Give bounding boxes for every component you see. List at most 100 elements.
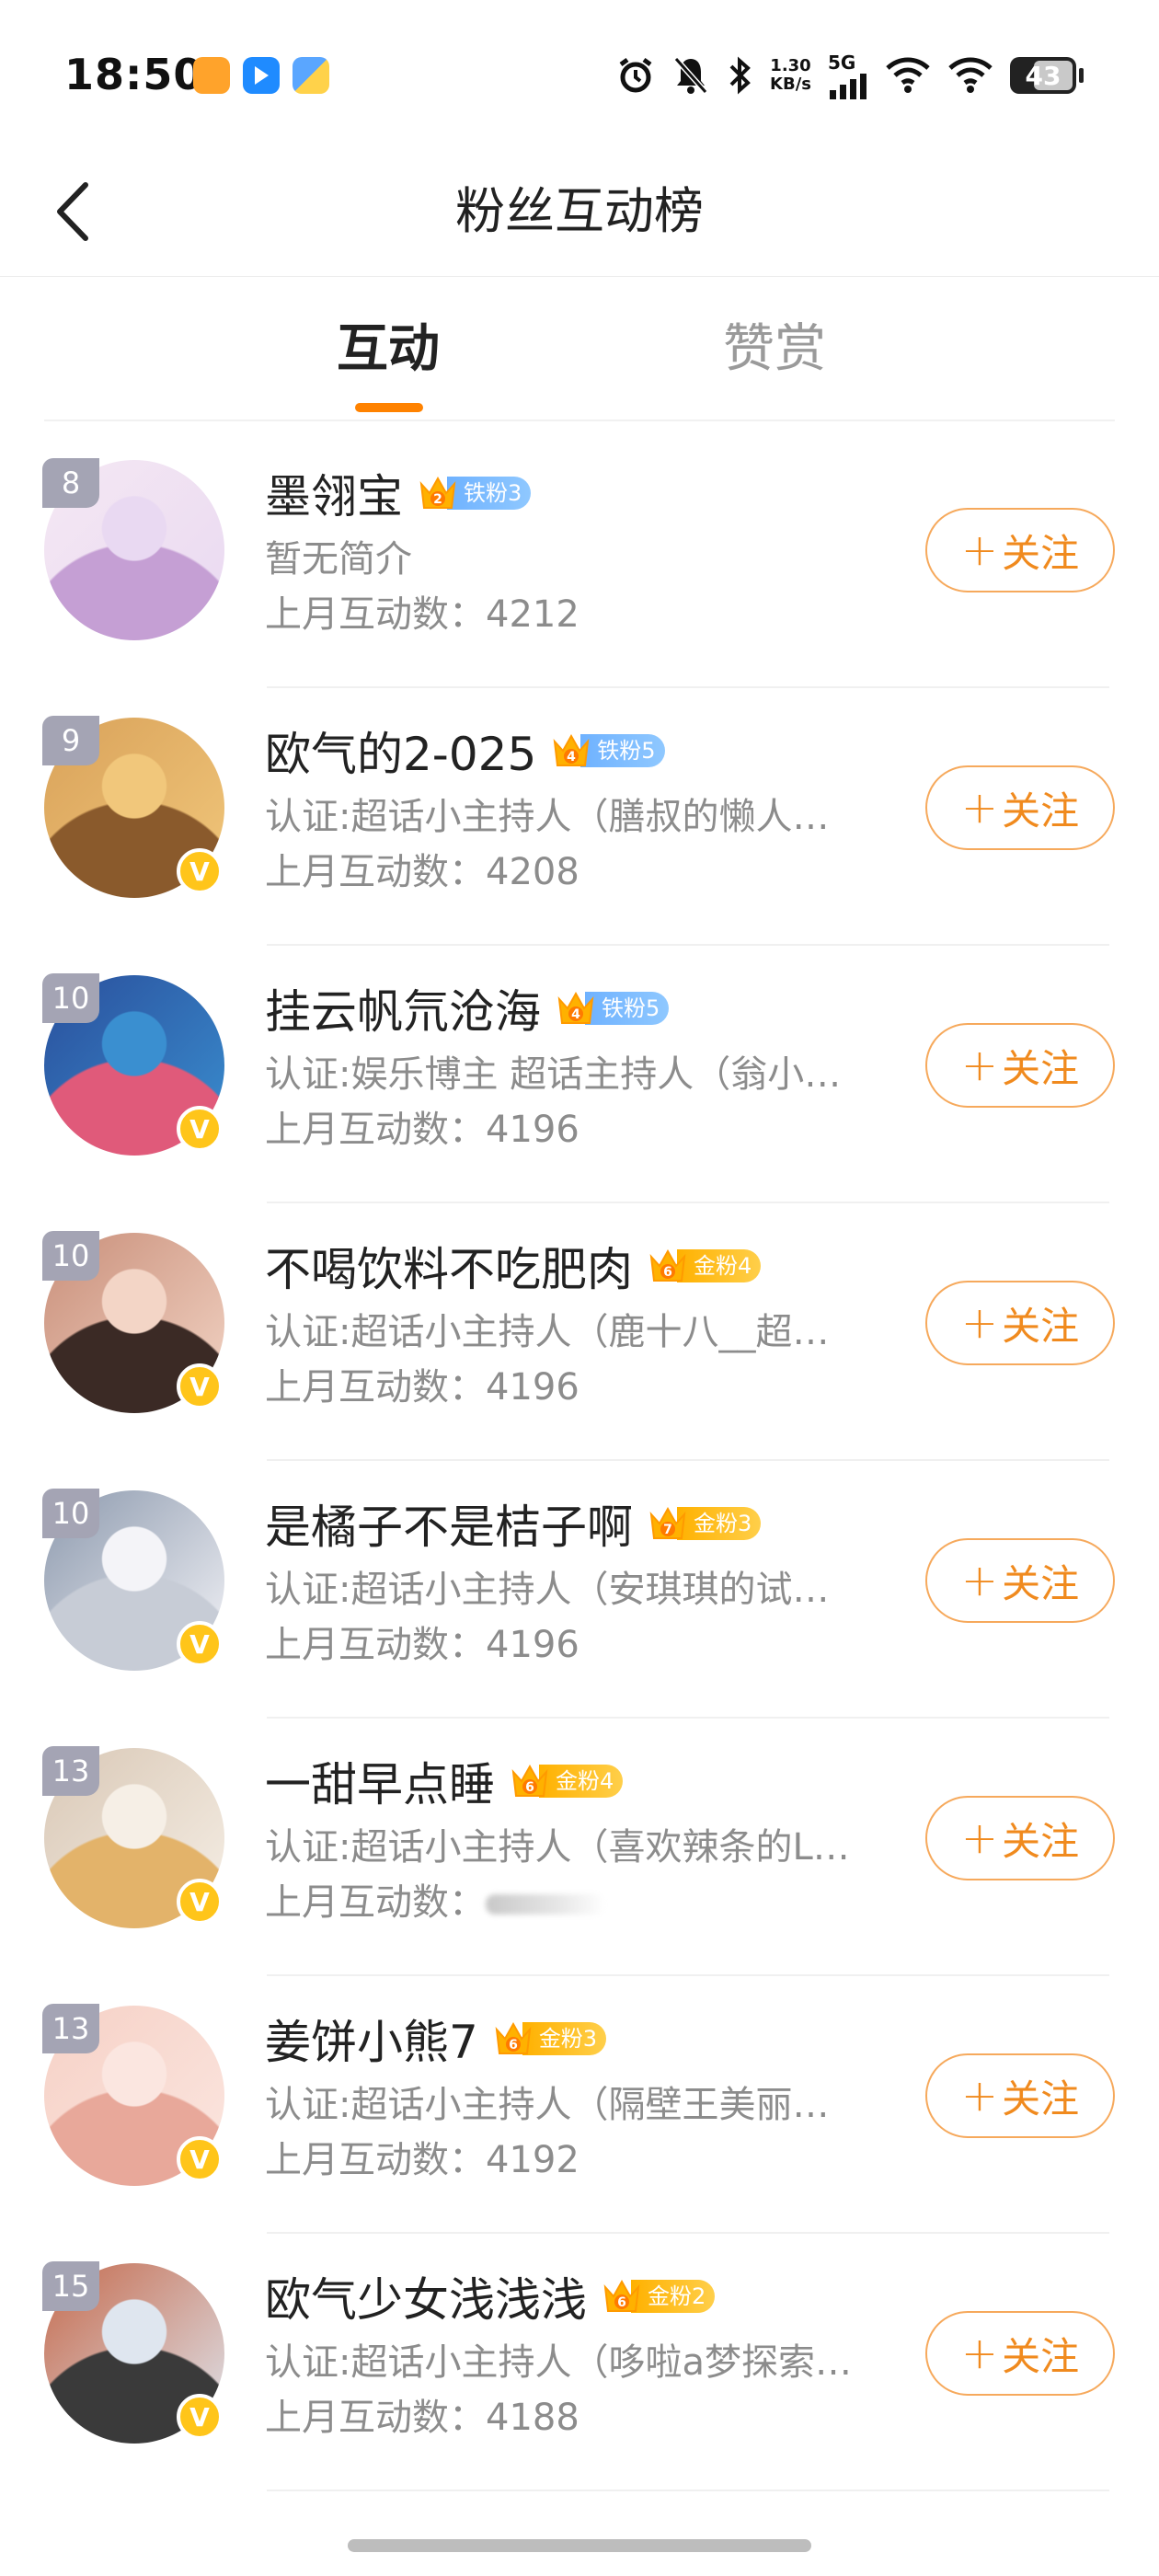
follow-button[interactable]: + 关注 [925,2053,1115,2138]
crown-icon: 6 [511,1764,548,1797]
user-name[interactable]: 挂云帆氘沧海 [265,975,541,1041]
interaction-count-value: 4196 [486,1366,580,1409]
rank-badge: 9 [42,716,99,765]
follow-button-label: 关注 [1002,1818,1080,1864]
rank-badge: 13 [42,1746,99,1796]
plus-icon: + [960,1812,999,1864]
user-description: 认证:超话小主持人（隔壁王美丽… [265,2084,830,2126]
interaction-count: 上月互动数：4196 [265,1102,580,1157]
wifi-icon [947,57,993,94]
svg-text:2: 2 [433,492,442,507]
mute-icon [672,55,709,96]
bluetooth-icon [726,55,753,96]
follow-button[interactable]: + 关注 [925,1281,1115,1365]
interaction-count-value: 4192 [486,2139,580,2181]
tab-active-indicator [355,403,423,412]
fan-level-badge: 2 铁粉3 [416,475,532,512]
crown-icon: 2 [419,476,456,509]
svg-text:4: 4 [571,1007,580,1022]
follow-button[interactable]: + 关注 [925,765,1115,850]
rank-badge: 8 [42,458,99,508]
fan-level-badge: 4 铁粉5 [554,990,670,1027]
user-name[interactable]: 不喝饮料不吃肥肉 [265,1233,633,1299]
interaction-count: 上月互动数：4196 [265,1360,580,1415]
blue-yellow-app-icon [293,57,329,94]
name-line: 欧气少女浅浅浅 6 金粉2 [265,2267,716,2327]
interaction-count-value: 4208 [486,851,580,893]
plus-icon: + [960,524,999,576]
user-name[interactable]: 是橘子不是桔子啊 [265,1490,633,1557]
interaction-count-label: 上月互动数： [265,2139,486,2181]
interaction-count-label: 上月互动数： [265,1366,486,1409]
signal-icon: 5G [828,52,868,99]
user-name[interactable]: 欧气少女浅浅浅 [265,2263,587,2329]
interaction-count: 上月互动数：4212 [265,587,580,642]
user-description: 认证:超话小主持人（安琪琪的试… [265,1569,830,1611]
wifi-icon [885,57,931,94]
interaction-count-label: 上月互动数： [265,851,486,893]
fan-level-badge: 7 金粉3 [646,1505,762,1542]
follow-button[interactable]: + 关注 [925,2311,1115,2396]
home-indicator [348,2539,811,2552]
svg-text:7: 7 [663,1523,672,1537]
list-item[interactable]: 13 V 姜饼小熊7 6 金粉3 认证:超话小主持人（隔壁王美丽… 上月互动数：… [0,1976,1159,2234]
interaction-count: 上月互动数：4192 [265,2133,580,2188]
tab-bar: 互动 赞赏 [44,304,1115,421]
list-item[interactable]: 13 V 一甜早点睡 6 金粉4 认证:超话小主持人（喜欢辣条的L… 上月互动数… [0,1719,1159,1976]
user-name[interactable]: 姜饼小熊7 [265,2006,478,2072]
list-item[interactable]: 8 墨翎宝 2 铁粉3 暂无简介 上月互动数：4212 + 关注 [0,431,1159,688]
list-item[interactable]: 9 V 欧气的2-025 4 铁粉5 认证:超话小主持人（膳叔的懒人… 上月互动… [0,688,1159,946]
name-line: 不喝饮料不吃肥肉 6 金粉4 [265,1236,762,1296]
blue-arrow-app-icon [243,57,280,94]
nav-bar: 粉丝互动榜 [0,155,1159,277]
interaction-count-value: 4188 [486,2397,580,2439]
follow-button-label: 关注 [1002,530,1080,576]
follow-button[interactable]: + 关注 [925,508,1115,592]
fan-level-badge: 6 金粉4 [508,1763,624,1800]
rank-badge: 10 [42,1489,99,1538]
status-bar: 18:50 1.30 KB/s 5G 43 [0,0,1159,155]
user-name[interactable]: 一甜早点睡 [265,1748,495,1814]
svg-text:4: 4 [567,750,576,765]
list-item[interactable]: 10 V 不喝饮料不吃肥肉 6 金粉4 认证:超话小主持人（鹿十八__超… 上月… [0,1203,1159,1461]
crown-icon: 6 [603,2279,640,2312]
verified-icon: V [177,1879,223,1925]
user-description: 暂无简介 [265,538,412,581]
follow-button-label: 关注 [1002,788,1080,834]
interaction-count-label: 上月互动数： [265,1624,486,1666]
list-item[interactable]: 15 V 欧气少女浅浅浅 6 金粉2 认证:超话小主持人（哆啦a梦探索… 上月互… [0,2234,1159,2491]
follow-button[interactable]: + 关注 [925,1538,1115,1623]
user-description: 认证:超话小主持人（鹿十八__超… [265,1311,830,1353]
follow-button[interactable]: + 关注 [925,1023,1115,1108]
tab-reward[interactable]: 赞赏 [723,304,826,396]
user-name[interactable]: 欧气的2-025 [265,718,536,784]
rank-badge: 13 [42,2004,99,2053]
plus-icon: + [960,1040,999,1091]
list-item[interactable]: 10 V 是橘子不是桔子啊 7 金粉3 认证:超话小主持人（安琪琪的试… 上月互… [0,1461,1159,1719]
verified-icon: V [177,1621,223,1667]
battery-icon: 43 [1010,57,1084,94]
verified-icon: V [177,1363,223,1409]
interaction-count-label: 上月互动数： [265,593,486,636]
plus-icon: + [960,2070,999,2122]
fan-level-badge: 6 金粉3 [491,2020,607,2057]
status-icons: 1.30 KB/s 5G 43 [615,52,1084,99]
interaction-count: 上月互动数： [265,1875,605,1930]
interaction-count: 上月互动数：4188 [265,2390,580,2445]
interaction-count-label: 上月互动数： [265,1109,486,1151]
list-item[interactable]: 10 V 挂云帆氘沧海 4 铁粉5 认证:娱乐博主 超话主持人（翁小… 上月互动… [0,946,1159,1203]
follow-button-label: 关注 [1002,1303,1080,1349]
plus-icon: + [960,1297,999,1349]
fan-level-badge: 6 金粉4 [646,1248,762,1284]
page-title: 粉丝互动榜 [455,182,704,240]
user-name[interactable]: 墨翎宝 [265,460,403,526]
interaction-count: 上月互动数：4196 [265,1617,580,1673]
verified-icon: V [177,848,223,894]
follow-button[interactable]: + 关注 [925,1796,1115,1880]
interaction-count-value: 4196 [486,1624,580,1666]
plus-icon: + [960,1555,999,1606]
name-line: 姜饼小熊7 6 金粉3 [265,2009,607,2069]
fan-ranking-list: 8 墨翎宝 2 铁粉3 暂无简介 上月互动数：4212 +关注 9 V 欧气的 [0,431,1159,2491]
follow-button-label: 关注 [1002,1560,1080,1606]
tab-interaction[interactable]: 互动 [337,304,440,396]
